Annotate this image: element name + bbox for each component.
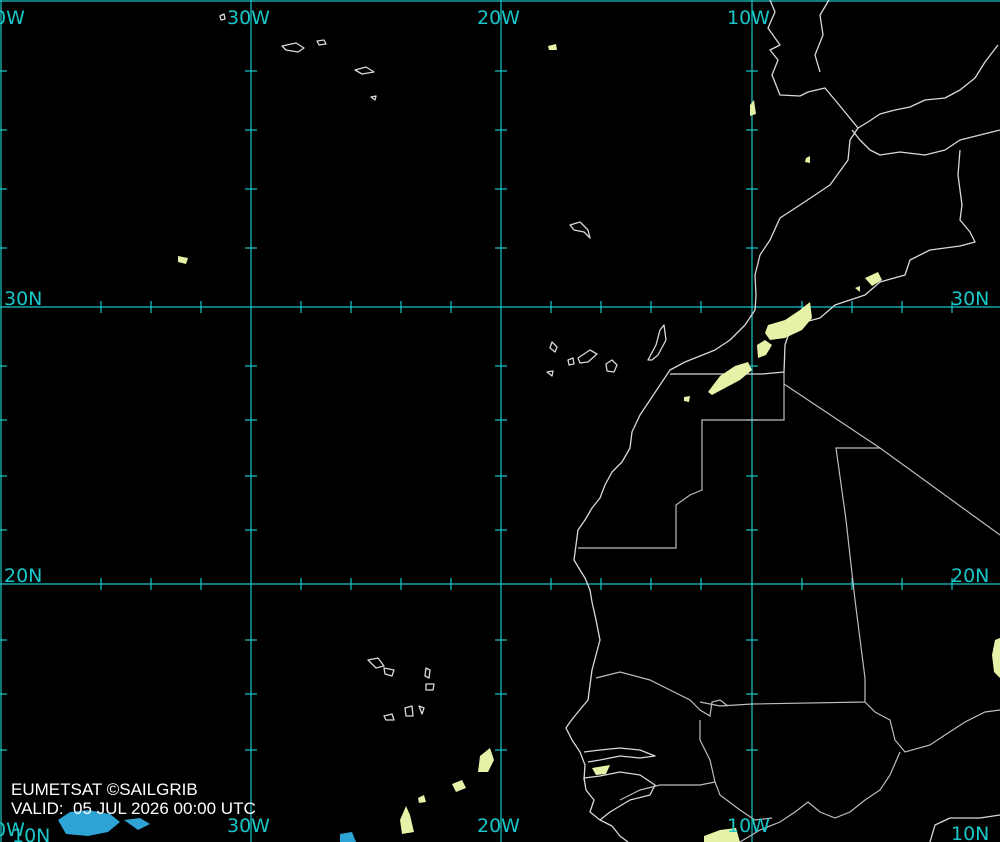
label-bottom-right-10n: 10N — [951, 823, 989, 842]
label-top-30w: 30W — [227, 7, 270, 29]
credit-source: EUMETSAT ©SAILGRIB — [11, 780, 198, 799]
label-top-20w: 20W — [477, 7, 520, 29]
label-right-20n: 20N — [951, 565, 989, 587]
label-left-20n: 20N — [4, 565, 42, 587]
label-bottom-30w: 30W — [227, 815, 270, 837]
label-bottom-left-10n: 10N — [12, 825, 50, 842]
label-top-0w: 0W — [0, 7, 25, 29]
label-top-10w: 10W — [727, 7, 770, 29]
label-right-30n: 30N — [951, 288, 989, 310]
label-bottom-20w: 20W — [477, 815, 520, 837]
label-bottom-10w: 10W — [727, 815, 770, 837]
label-left-30n: 30N — [4, 288, 42, 310]
satellite-map: 0W 30W 20W 10W 30N 20N 30N 20N 0W 30W 20… — [0, 0, 1000, 842]
credit-valid-time: VALID: 05 JUL 2026 00:00 UTC — [11, 799, 256, 818]
cloud-small-4 — [684, 396, 690, 402]
map-background — [0, 0, 1000, 842]
